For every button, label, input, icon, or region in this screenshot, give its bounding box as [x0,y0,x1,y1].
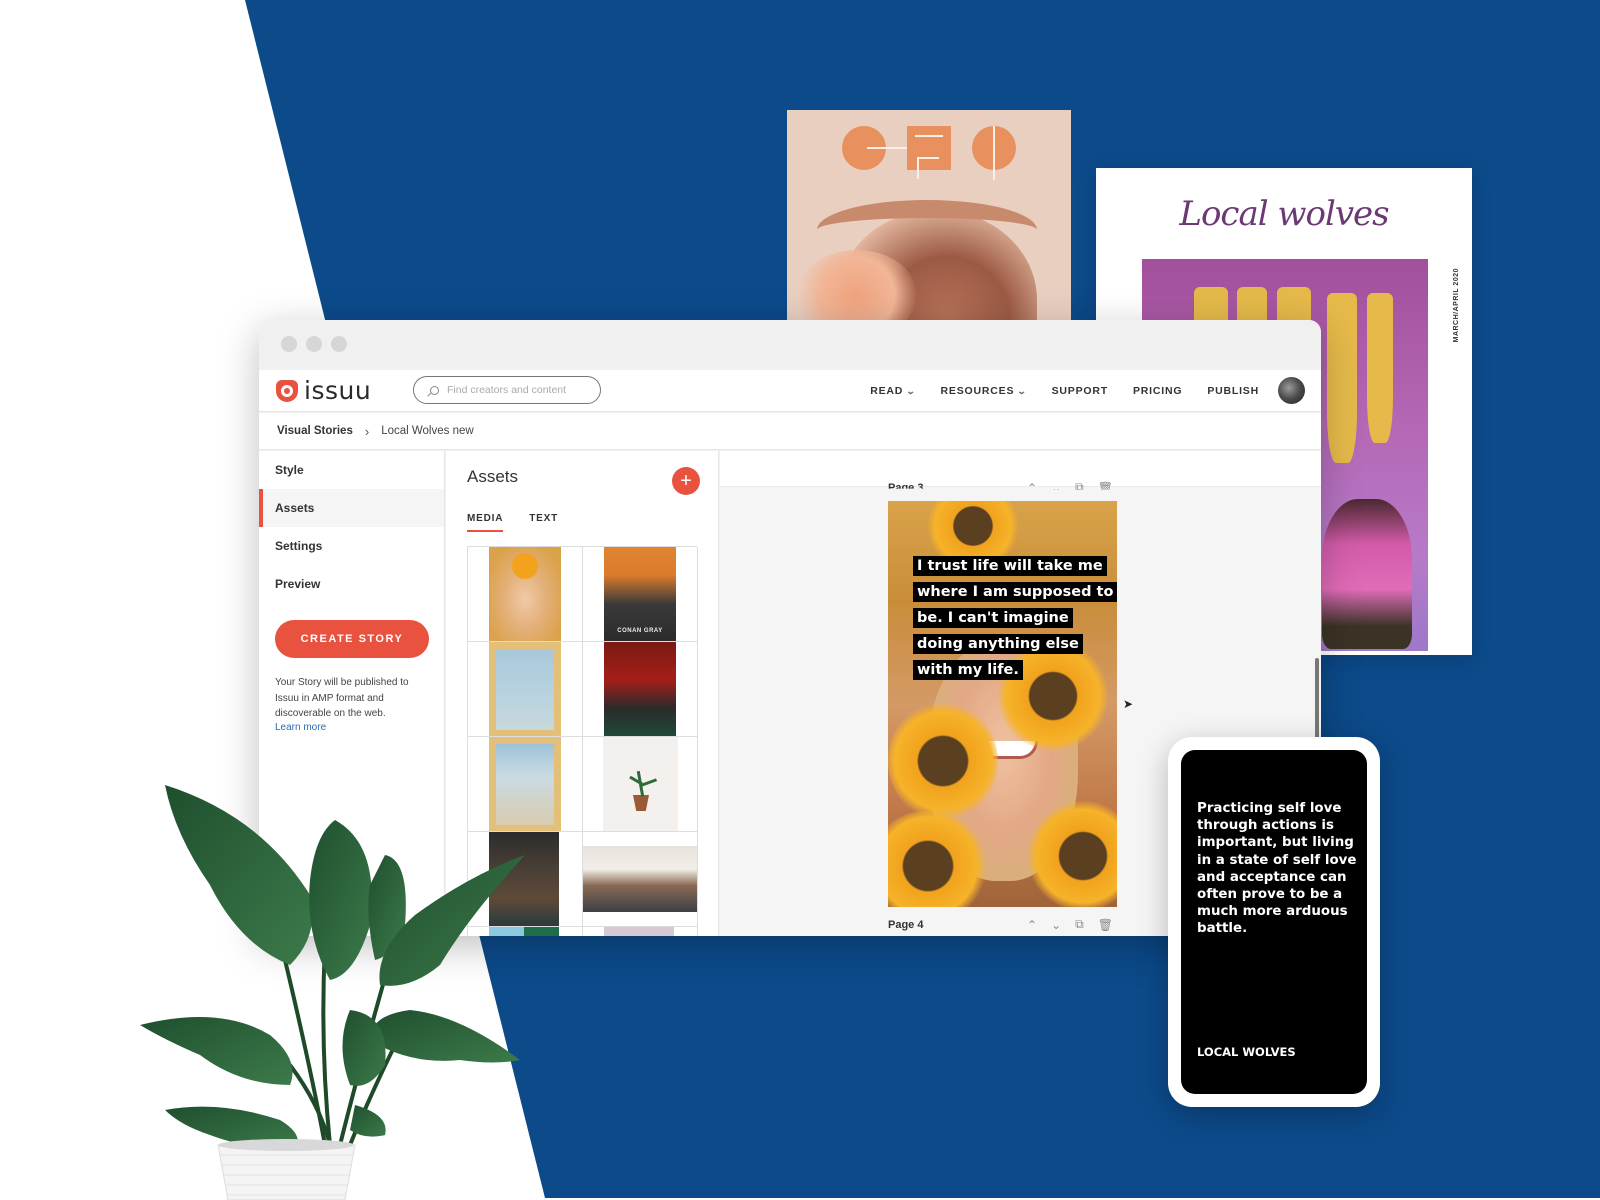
media-thumb[interactable] [583,737,698,832]
phone-mockup: Practicing self love through actions is … [1168,737,1380,1107]
search-bar[interactable] [413,376,601,404]
nav-support-label: SUPPORT [1051,385,1108,397]
line-shape [993,126,995,180]
phone-brand-label: LOCAL WOLVES [1197,1045,1296,1059]
page-3-tools: ⌃ ⌄ ⧉ 🗑 [1027,480,1113,490]
quote-line: I trust life will take me [913,556,1107,576]
magazine-logo: Local wolves [1179,194,1389,234]
nav-publish[interactable]: PUBLISH [1207,385,1259,397]
model-figure [1322,499,1412,649]
move-down-icon[interactable]: ⌄ [1051,918,1061,932]
add-asset-button[interactable]: + [672,467,700,495]
story-page-3[interactable]: I trust life will take me where I am sup… [888,501,1117,907]
brand-logo[interactable]: issuu [276,376,371,405]
nav-resources[interactable]: RESOURCES ⌄ [941,385,1027,397]
media-thumb[interactable] [468,642,583,737]
wave-line [915,135,943,137]
beach-photo-frame [489,642,561,736]
publish-note: Your Story will be published to Issuu in… [275,677,409,719]
move-down-icon[interactable]: ⌄ [1051,481,1061,490]
square-shape [907,126,951,170]
plant-decoration [140,785,525,1200]
nav-read-label: READ [870,385,904,397]
assets-title: Assets [467,467,519,486]
issue-date: MARCH/APRIL 2020 [1453,268,1460,343]
create-story-button[interactable]: CREATE STORY [275,620,429,658]
yellow-letter-shape [1367,293,1393,443]
quote-line: be. I can't imagine [913,608,1073,628]
move-up-icon[interactable]: ⌃ [1027,481,1037,490]
search-input[interactable] [447,384,587,396]
nav-links: READ ⌄ RESOURCES ⌄ SUPPORT PRICING PUBLI… [870,370,1259,412]
chevron-down-icon: ⌄ [905,385,917,396]
sidebar-item-settings[interactable]: Settings [259,527,444,565]
line-shape [917,157,919,179]
page-4-label: Page 4 [888,919,924,931]
sidebar-item-assets[interactable]: Assets [259,489,444,527]
breadcrumb: Visual Stories › Local Wolves new [259,413,1321,450]
window-maximize-button[interactable] [331,336,347,352]
media-photo [604,927,674,936]
breadcrumb-visual-stories[interactable]: Visual Stories [277,425,353,437]
page-3-label: Page 3 [888,482,924,494]
sidebar-item-preview[interactable]: Preview [259,565,444,603]
line-shape [917,157,939,159]
move-up-icon[interactable]: ⌃ [1027,918,1037,932]
search-icon [430,385,439,395]
delete-icon[interactable]: 🗑 [1098,918,1113,932]
media-thumb[interactable]: CONAN GRAY [583,547,698,642]
chevron-down-icon: ⌄ [1016,385,1028,396]
delete-icon[interactable]: 🗑 [1098,481,1113,490]
media-thumb[interactable] [583,927,698,936]
top-navigation: issuu READ ⌄ RESOURCES ⌄ SUPPORT PRICING… [259,370,1321,412]
nav-pricing-label: PRICING [1132,385,1183,397]
red-portrait-photo [604,642,676,736]
assets-tabs: MEDIA TEXT [467,513,558,532]
mouse-cursor-icon: ➤ [1123,697,1134,711]
tab-media[interactable]: MEDIA [467,513,504,532]
sunflower-photo [489,547,561,641]
page-4-tools: ⌃ ⌄ ⧉ 🗑 [1027,917,1113,932]
media-thumb[interactable] [468,547,583,642]
brand-name: issuu [304,376,372,405]
building-photo [583,846,697,912]
beach-photo [496,649,554,730]
sunflower [888,701,998,821]
window-titlebar [259,320,1321,368]
window-close-button[interactable] [281,336,297,352]
window-minimize-button[interactable] [306,336,322,352]
line-shape [867,147,907,149]
conan-gray-cover: CONAN GRAY [604,547,676,641]
chevron-right-icon: › [364,423,370,439]
model-arm [817,200,1037,260]
issuu-logo-icon [276,379,298,402]
canvas-toolbar [720,451,1321,487]
learn-more-link[interactable]: Learn more [275,722,444,733]
phone-story-text: Practicing self love through actions is … [1197,801,1357,937]
magazine-cover-orange [787,110,1071,325]
leaf-shape [640,778,658,787]
duplicate-icon[interactable]: ⧉ [1075,917,1084,932]
media-thumb[interactable] [583,832,698,927]
quote-line: doing anything else [913,634,1083,654]
quote-line: where I am supposed to [913,582,1117,602]
yellow-letter-shape [1327,293,1357,463]
nav-read[interactable]: READ ⌄ [870,385,915,397]
nav-resources-label: RESOURCES [940,385,1015,397]
nav-publish-label: PUBLISH [1207,385,1259,397]
user-avatar[interactable] [1278,377,1305,404]
breadcrumb-current: Local Wolves new [381,425,474,437]
tab-text[interactable]: TEXT [529,513,558,532]
phone-screen: Practicing self love through actions is … [1181,750,1367,1094]
media-thumb[interactable] [583,642,698,737]
thumb-caption: CONAN GRAY [617,628,663,634]
nav-support[interactable]: SUPPORT [1052,385,1108,397]
nav-pricing[interactable]: PRICING [1133,385,1182,397]
story-quote[interactable]: I trust life will take me where I am sup… [913,553,1117,683]
plant-illustration [603,737,678,831]
duplicate-icon[interactable]: ⧉ [1075,480,1084,490]
pot-shape [633,795,649,811]
sidebar-item-style[interactable]: Style [259,451,444,489]
quote-line: with my life. [913,660,1023,680]
